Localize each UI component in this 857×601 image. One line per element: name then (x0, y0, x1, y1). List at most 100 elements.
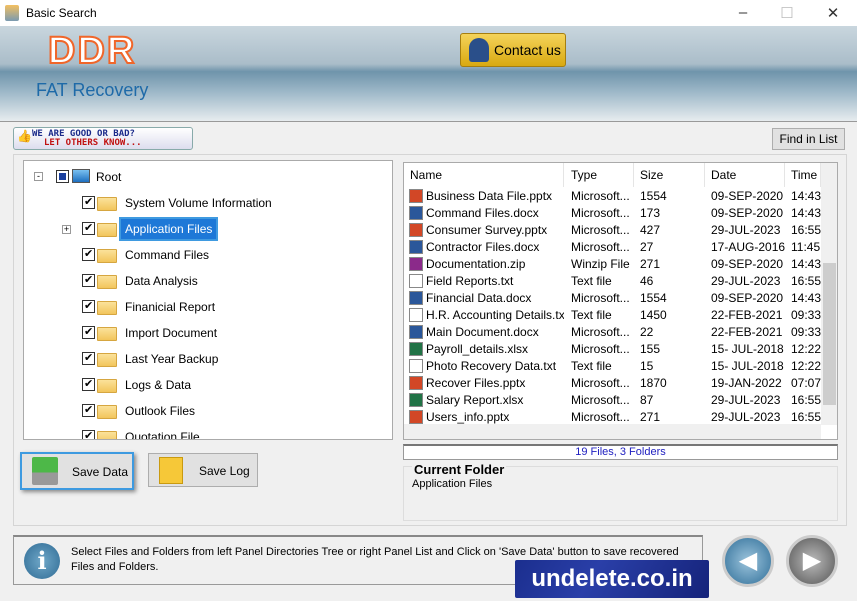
table-row[interactable]: Consumer Survey.pptx Microsoft... 427 29-JU… (404, 222, 821, 239)
person-icon (469, 38, 489, 62)
next-button[interactable]: ▶ (786, 535, 838, 587)
cell-name: Field Reports.txt (426, 274, 514, 288)
tree-item-label: Data Analysis (125, 274, 198, 288)
table-row[interactable]: Photo Recovery Data.txt Text file 15 15- JU… (404, 358, 821, 375)
cell-date: 17-AUG-2016 (711, 240, 785, 254)
rating-line2: LET OTHERS KNOW... (44, 138, 142, 148)
cell-time: 14:43 (791, 189, 821, 203)
cell-date: 15- JUL-2018 (711, 342, 784, 356)
cell-date: 09-SEP-2020 (711, 257, 784, 271)
find-in-list-button[interactable]: Find in List (772, 128, 845, 150)
tree-checkbox[interactable] (82, 244, 95, 264)
tree-item-label: Application Files (118, 217, 219, 241)
cell-type: Text file (571, 274, 612, 288)
folder-icon (97, 249, 117, 263)
tree-checkbox[interactable] (82, 218, 95, 238)
current-folder-heading: Current Folder (412, 462, 507, 477)
list-horizontal-scrollbar[interactable] (404, 424, 821, 439)
log-file-icon (159, 457, 183, 484)
cell-size: 46 (640, 274, 654, 288)
current-folder-value: Application Files (412, 478, 493, 490)
save-data-button[interactable]: Save Data (20, 452, 134, 490)
tree-item-label: Quotation File (125, 430, 200, 440)
file-list[interactable]: Name Type Size Date Time Business Data File.… (403, 162, 838, 440)
close-button[interactable]: ✕ (818, 4, 848, 22)
save-log-button[interactable]: Save Log (148, 453, 258, 487)
table-row[interactable]: Financial Data.docx Microsoft... 1554 09-SE… (404, 290, 821, 307)
txt-file-icon (409, 359, 423, 373)
cell-date: 19-JAN-2022 (711, 376, 782, 390)
cell-name: Main Document.docx (426, 325, 539, 339)
table-row[interactable]: Salary Report.xlsx Microsoft... 87 29-JUL-2… (404, 392, 821, 409)
tree-checkbox[interactable] (82, 270, 95, 290)
txt-file-icon (409, 274, 423, 288)
zip-file-icon (409, 257, 423, 271)
cell-date: 29-JUL-2023 (711, 393, 781, 407)
cell-date: 09-SEP-2020 (711, 189, 784, 203)
cell-size: 173 (640, 206, 661, 220)
tree-checkbox[interactable] (82, 400, 95, 420)
folder-icon (97, 301, 117, 315)
column-header-date[interactable]: Date (705, 163, 785, 187)
table-row[interactable]: Contractor Files.docx Microsoft... 27 17-AU… (404, 239, 821, 256)
cell-time: 07:07 (791, 376, 821, 390)
folder-icon (97, 431, 117, 439)
column-header-size[interactable]: Size (634, 163, 705, 187)
cell-type: Microsoft... (571, 223, 630, 237)
tree-checkbox[interactable] (82, 296, 95, 316)
table-row[interactable]: Documentation.zip Winzip File 271 09-SEP-20… (404, 256, 821, 273)
pptx-file-icon (409, 223, 423, 237)
maximize-button[interactable]: ☐ (772, 4, 802, 22)
cell-type: Winzip File (571, 257, 630, 271)
tree-checkbox[interactable] (82, 192, 95, 212)
cell-time: 09:33 (791, 308, 821, 322)
table-row[interactable]: Main Document.docx Microsoft... 22 22-FEB-2… (404, 324, 821, 341)
table-row[interactable]: Recover Files.pptx Microsoft... 1870 19-JAN… (404, 375, 821, 392)
cell-type: Text file (571, 359, 612, 373)
app-icon (5, 5, 19, 21)
table-row[interactable]: Business Data File.pptx Microsoft... 1554 0… (404, 188, 821, 205)
tree-item-label: Last Year Backup (125, 352, 219, 366)
cell-time: 16:55 (791, 223, 821, 237)
directory-tree[interactable]: - Root System Volume Information + Applica… (23, 160, 393, 440)
contact-label: Contact us (494, 42, 561, 58)
table-row[interactable]: H.R. Accounting Details.txt Text file 1450… (404, 307, 821, 324)
cell-size: 87 (640, 393, 654, 407)
tree-checkbox[interactable] (82, 426, 95, 439)
tree-checkbox[interactable] (82, 374, 95, 394)
tree-checkbox[interactable] (82, 322, 95, 342)
cell-name: Recover Files.pptx (426, 376, 526, 390)
tree-checkbox[interactable] (82, 348, 95, 368)
cell-date: 29-JUL-2023 (711, 223, 781, 237)
table-row[interactable]: Payroll_details.xlsx Microsoft... 155 15- J… (404, 341, 821, 358)
cell-type: Microsoft... (571, 342, 630, 356)
column-header-type[interactable]: Type (565, 163, 634, 187)
cell-time: 14:43 (791, 206, 821, 220)
folder-icon (97, 405, 117, 419)
cell-type: Microsoft... (571, 189, 630, 203)
cell-name: Business Data File.pptx (426, 189, 553, 203)
cell-time: 16:55 (791, 393, 821, 407)
column-header-time[interactable]: Time (785, 163, 821, 187)
tree-item-label: Import Document (125, 326, 218, 340)
table-row[interactable]: Field Reports.txt Text file 46 29-JUL-2023 1… (404, 273, 821, 290)
rate-us-button[interactable]: 👍 WE ARE GOOD OR BAD? LET OTHERS KNOW... (13, 127, 193, 150)
root-checkbox[interactable] (56, 170, 69, 183)
computer-icon (72, 169, 90, 183)
file-count-status: 19 Files, 3 Folders (403, 444, 838, 460)
watermark: undelete.co.in (515, 560, 709, 598)
contact-us-button[interactable]: Contact us (460, 33, 566, 67)
collapse-icon[interactable]: - (34, 172, 43, 181)
column-header-name[interactable]: Name (404, 163, 564, 187)
minimize-button[interactable]: – (728, 4, 758, 21)
info-icon: i (24, 543, 60, 579)
cell-time: 12:22 (791, 359, 821, 373)
cell-name: Payroll_details.xlsx (426, 342, 529, 356)
scroll-thumb[interactable] (823, 263, 836, 405)
cell-time: 09:33 (791, 325, 821, 339)
table-row[interactable]: Command Files.docx Microsoft... 173 09-SEP-… (404, 205, 821, 222)
back-button[interactable]: ◀ (722, 535, 774, 587)
folder-icon (97, 379, 117, 393)
expand-icon[interactable]: + (62, 225, 71, 234)
cell-name: Photo Recovery Data.txt (426, 359, 557, 373)
